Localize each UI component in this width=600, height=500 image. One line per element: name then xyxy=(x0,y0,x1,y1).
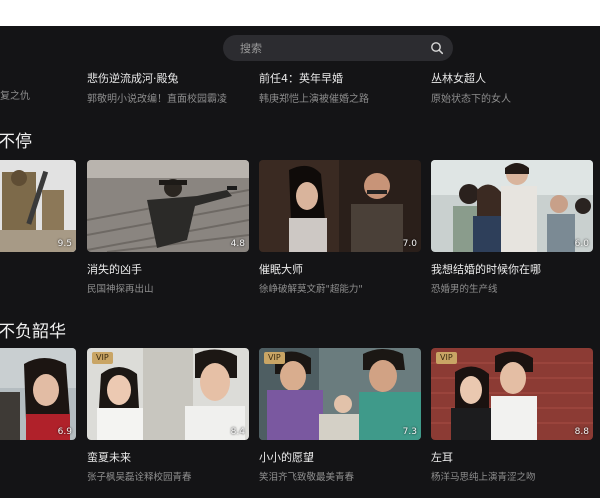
rating-score: 7.0 xyxy=(402,239,417,249)
movie-poster[interactable]: 7.0 xyxy=(259,160,421,252)
movie-card[interactable]: 6.0 我想结婚的时候你在哪 恐婚男的生产线 xyxy=(431,160,593,295)
movie-desc: 哥 xyxy=(0,466,76,480)
top-item-desc: 复之仇 xyxy=(0,91,30,102)
movie-poster[interactable]: VIP 7.3 xyxy=(259,348,421,440)
section-title: 不停 xyxy=(0,132,32,152)
movie-title[interactable] xyxy=(0,449,76,462)
movie-desc: 徐峥破解莫文蔚"超能力" xyxy=(259,284,363,295)
movie-poster[interactable]: 6.0 xyxy=(431,160,593,252)
top-item-title[interactable]: 前任4：英年早婚 xyxy=(259,70,369,86)
top-item-desc: 原始状态下的女人 xyxy=(431,94,511,105)
top-list-item[interactable]: 悲伤逆流成河·殿兔 郭敬明小说改编！直面校园霸凌 xyxy=(87,70,227,105)
movie-poster[interactable]: VIP 8.4 xyxy=(87,348,249,440)
top-item-title[interactable]: 悲伤逆流成河·殿兔 xyxy=(87,70,227,86)
rating-score: 4.8 xyxy=(230,239,245,249)
movie-desc: 恐婚男的生产线 xyxy=(431,284,498,295)
movie-poster[interactable]: 6.9 xyxy=(0,348,76,440)
section-title: 不负韶华 xyxy=(0,322,66,342)
movie-card[interactable]: 7.0 催眠大师 徐峥破解莫文蔚"超能力" xyxy=(259,160,421,295)
rating-score: 9.5 xyxy=(57,239,72,249)
window-top-strip xyxy=(0,0,600,26)
movie-poster[interactable]: 4.8 xyxy=(87,160,249,252)
movie-card[interactable]: 4.8 消失的凶手 民国神探再出山 xyxy=(87,160,249,295)
movie-card[interactable]: 6.9 哥 xyxy=(0,348,76,480)
movie-card[interactable]: VIP 8.8 左耳 杨洋马思纯上演青涩之吻 xyxy=(431,348,593,483)
poster-image xyxy=(259,160,421,252)
movie-desc: 笑泪齐飞致敬最美青春 xyxy=(259,472,355,483)
rating-score: 6.0 xyxy=(574,239,589,249)
search-icon[interactable] xyxy=(430,41,444,55)
movie-poster[interactable]: 9.5 xyxy=(0,160,76,252)
movie-title[interactable]: 蛮夏未来 xyxy=(87,449,249,465)
rating-score: 8.4 xyxy=(230,427,245,437)
movie-title[interactable]: 消失的凶手 xyxy=(87,261,249,277)
movie-desc: 杨洋马思纯上演青涩之吻 xyxy=(431,472,536,483)
search-bar[interactable] xyxy=(223,35,453,61)
video-app-screen: 复之仇 悲伤逆流成河·殿兔 郭敬明小说改编！直面校园霸凌 前任4：英年早婚 韩庚… xyxy=(0,26,600,498)
top-item-title[interactable]: 丛林女超人 xyxy=(431,70,511,86)
top-item-desc: 韩庚郑恺上演被催婚之路 xyxy=(259,94,369,105)
search-input[interactable] xyxy=(223,35,423,61)
rating-score: 6.9 xyxy=(57,427,72,437)
vip-badge: VIP xyxy=(264,352,285,364)
movie-title[interactable]: 左耳 xyxy=(431,449,593,465)
rating-score: 8.8 xyxy=(574,427,589,437)
top-list-item[interactable]: 复之仇 xyxy=(0,70,30,102)
movie-poster[interactable]: VIP 8.8 xyxy=(431,348,593,440)
poster-image xyxy=(431,160,593,252)
movie-card[interactable]: 9.5 xyxy=(0,160,76,252)
movie-desc: 民国神探再出山 xyxy=(87,284,154,295)
movie-desc: 张子枫吴磊诠释校园青春 xyxy=(87,472,192,483)
movie-title[interactable]: 我想结婚的时候你在哪 xyxy=(431,261,593,277)
top-item-desc: 郭敬明小说改编！直面校园霸凌 xyxy=(87,94,227,105)
vip-badge: VIP xyxy=(92,352,113,364)
rating-score: 7.3 xyxy=(402,427,417,437)
poster-image xyxy=(87,160,249,252)
top-list-item[interactable]: 前任4：英年早婚 韩庚郑恺上演被催婚之路 xyxy=(259,70,369,105)
movie-card[interactable]: VIP 8.4 蛮夏未来 张子枫吴磊诠释校园青春 xyxy=(87,348,249,483)
movie-title[interactable]: 小小的愿望 xyxy=(259,449,421,465)
movie-card[interactable]: VIP 7.3 小小的愿望 笑泪齐飞致敬最美青春 xyxy=(259,348,421,483)
top-list-item[interactable]: 丛林女超人 原始状态下的女人 xyxy=(431,70,511,105)
movie-title[interactable]: 催眠大师 xyxy=(259,261,421,277)
vip-badge: VIP xyxy=(436,352,457,364)
